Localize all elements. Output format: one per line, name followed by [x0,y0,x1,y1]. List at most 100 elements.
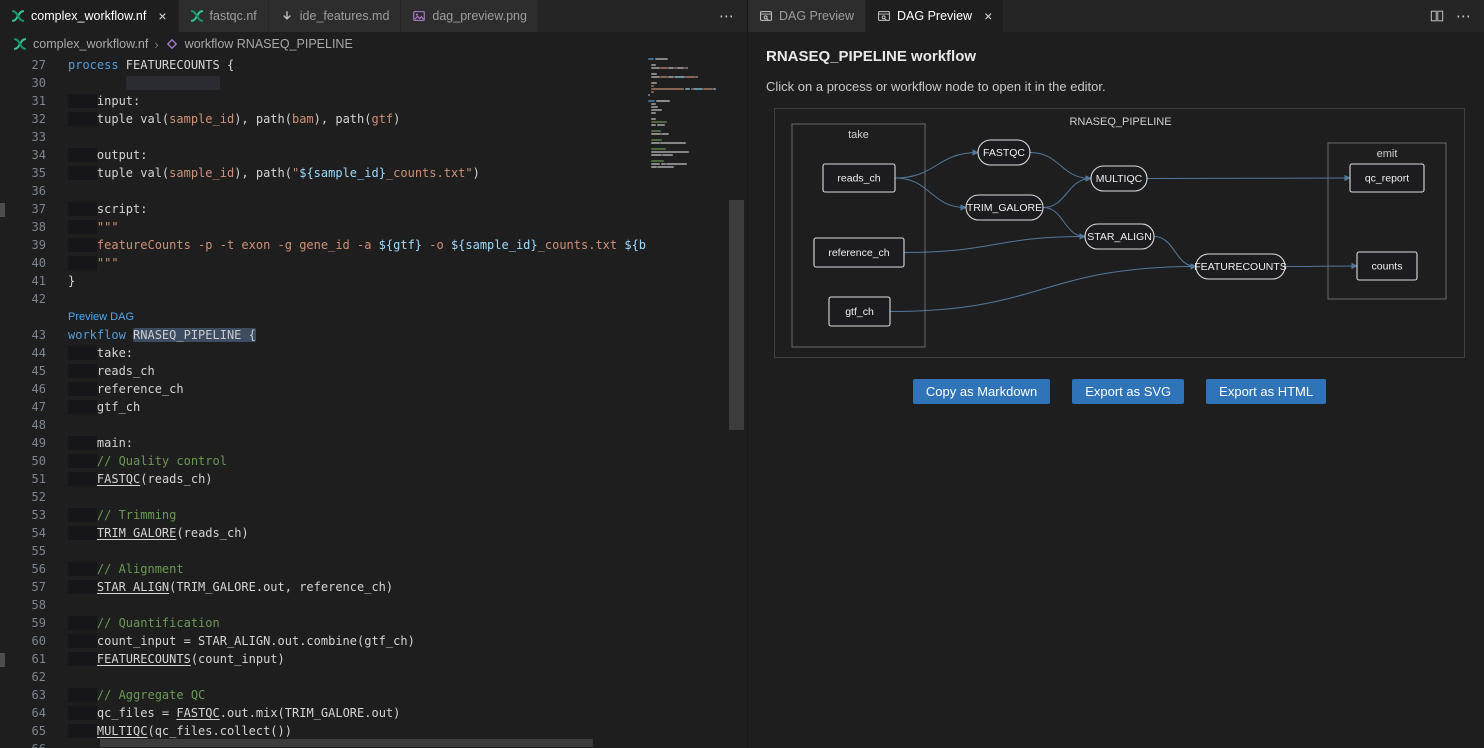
code-token: tuple val( [97,166,169,180]
code-token: ${sample_id} [451,238,538,252]
more-actions-icon[interactable]: ⋯ [719,7,735,25]
tab-complex-workflow-nf[interactable]: complex_workflow.nf× [0,0,179,32]
code-token: ${sample_id} [299,166,386,180]
minimap[interactable] [648,56,726,748]
minimap-line [651,64,656,66]
copy-as-markdown-button[interactable]: Copy as Markdown [913,379,1050,404]
code-token: ), path( [314,112,372,126]
dag-node-counts[interactable]: counts [1357,252,1417,280]
dag-edge-TRIM_GALORE-STAR_ALIGN [1043,208,1085,237]
process-link[interactable]: FEATURECOUNTS [97,652,191,666]
codelens-preview-dag[interactable]: Preview DAG [68,311,134,323]
line-number: 34 [0,146,46,164]
code-line: 27process FEATURECOUNTS { [0,56,648,74]
minimap-line [677,67,684,69]
code-editor[interactable]: 27process FEATURECOUNTS {30 31 input:32 … [0,56,648,748]
minimap-line [648,58,654,60]
code-token: (count_input) [191,652,285,666]
dag-node-TRIM_GALORE[interactable]: TRIM_GALORE [966,195,1043,220]
minimap-line [660,76,668,78]
minimap-line [651,148,665,150]
line-number: 60 [0,632,46,650]
code-token: reference_ch [97,382,184,396]
dag-edge-FEATURECOUNTS-counts [1285,266,1357,267]
export-buttons: Copy as Markdown Export as SVG Export as H… [774,379,1465,404]
dag-edge-gtf_ch-FEATURECOUNTS [890,267,1196,312]
minimap-line [666,163,687,165]
svg-text:gtf_ch: gtf_ch [845,306,874,318]
dag-node-MULTIQC[interactable]: MULTIQC [1091,166,1147,191]
line-number: 39 [0,236,46,254]
tab-dag-preview[interactable]: DAG Preview× [866,0,1004,32]
more-actions-icon[interactable]: ⋯ [1456,7,1472,25]
code-line: 52 [0,488,648,506]
dag-node-qc_report[interactable]: qc_report [1350,164,1424,192]
breadcrumb-symbol[interactable]: workflow RNASEQ_PIPELINE [185,37,353,51]
code-token: main: [97,436,133,450]
code-token: ) [393,112,400,126]
minimap-line [668,67,675,69]
dag-node-FASTQC[interactable]: FASTQC [978,140,1030,165]
tab-ide-features-md[interactable]: ide_features.md [269,0,402,32]
code-line: 57 STAR_ALIGN(TRIM_GALORE.out, reference… [0,578,648,596]
dag-node-reference_ch[interactable]: reference_ch [814,238,904,267]
line-number: 59 [0,614,46,632]
code-line: 35 tuple val(sample_id), path("${sample_… [0,164,648,182]
process-link[interactable]: MULTIQC [97,724,148,738]
line-number: 30 [0,74,46,92]
close-icon[interactable]: × [158,9,166,23]
process-link[interactable]: FASTQC [97,472,140,486]
process-link[interactable]: FASTQC [176,706,219,720]
horizontal-scrollbar[interactable] [100,739,593,747]
tab-dag-preview[interactable]: DAG Preview [748,0,866,32]
code-token: (qc_files.collect()) [147,724,292,738]
dag-node-FEATURECOUNTS[interactable]: FEATURECOUNTS [1194,254,1287,279]
line-number: 40 [0,254,46,272]
code-line: 45 reads_ch [0,362,648,380]
minimap-line [662,154,673,156]
code-line: 47 gtf_ch [0,398,648,416]
code-token: (reads_ch) [176,526,248,540]
line-number: 43 [0,326,46,344]
code-line: 34 output: [0,146,648,164]
code-line: 54 TRIM_GALORE(reads_ch) [0,524,648,542]
minimap-line [668,76,675,78]
right-tab-actions: ⋯ [1418,0,1484,32]
code-token: output: [97,148,148,162]
line-number: 64 [0,704,46,722]
workflow-symbol-icon [165,37,179,51]
code-token [68,112,97,126]
line-number: 53 [0,506,46,524]
tab-fastqc-nf[interactable]: fastqc.nf [179,0,269,32]
code-token [68,382,97,396]
code-token: """ [97,220,119,234]
code-token: sample_id [169,166,234,180]
code-token: ) [473,166,480,180]
export-as-html-button[interactable]: Export as HTML [1206,379,1326,404]
split-editor-icon[interactable] [1430,9,1444,23]
code-token [68,580,97,594]
code-token: take: [97,346,133,360]
dag-node-reads_ch[interactable]: reads_ch [823,164,895,192]
dag-edge-reads_ch-TRIM_GALORE [895,178,966,208]
process-link[interactable]: STAR_ALIGN [97,580,169,594]
vertical-scrollbar[interactable] [729,200,744,430]
code-token: sample_id [169,112,234,126]
dag-diagram: RNASEQ_PIPELINEtakeemitreads_chreference… [774,108,1465,358]
close-icon[interactable]: × [984,9,992,23]
dag-title: RNASEQ_PIPELINE [1069,116,1171,128]
dag-node-STAR_ALIGN[interactable]: STAR_ALIGN [1085,224,1154,249]
dag-node-gtf_ch[interactable]: gtf_ch [829,297,890,326]
breadcrumb-file[interactable]: complex_workflow.nf [33,37,148,51]
code-line: 59 // Quantification [0,614,648,632]
code-line: 58 [0,596,648,614]
editor: 27process FEATURECOUNTS {30 31 input:32 … [0,56,747,748]
line-number: 66 [0,740,46,748]
minimap-line [660,67,668,69]
tab-label: ide_features.md [300,9,390,23]
process-link[interactable]: TRIM_GALORE [97,526,176,540]
tab-dag-preview-png[interactable]: dag_preview.png [401,0,539,32]
export-as-svg-button[interactable]: Export as SVG [1072,379,1184,404]
code-token [68,454,97,468]
code-line: 56 // Alignment [0,560,648,578]
